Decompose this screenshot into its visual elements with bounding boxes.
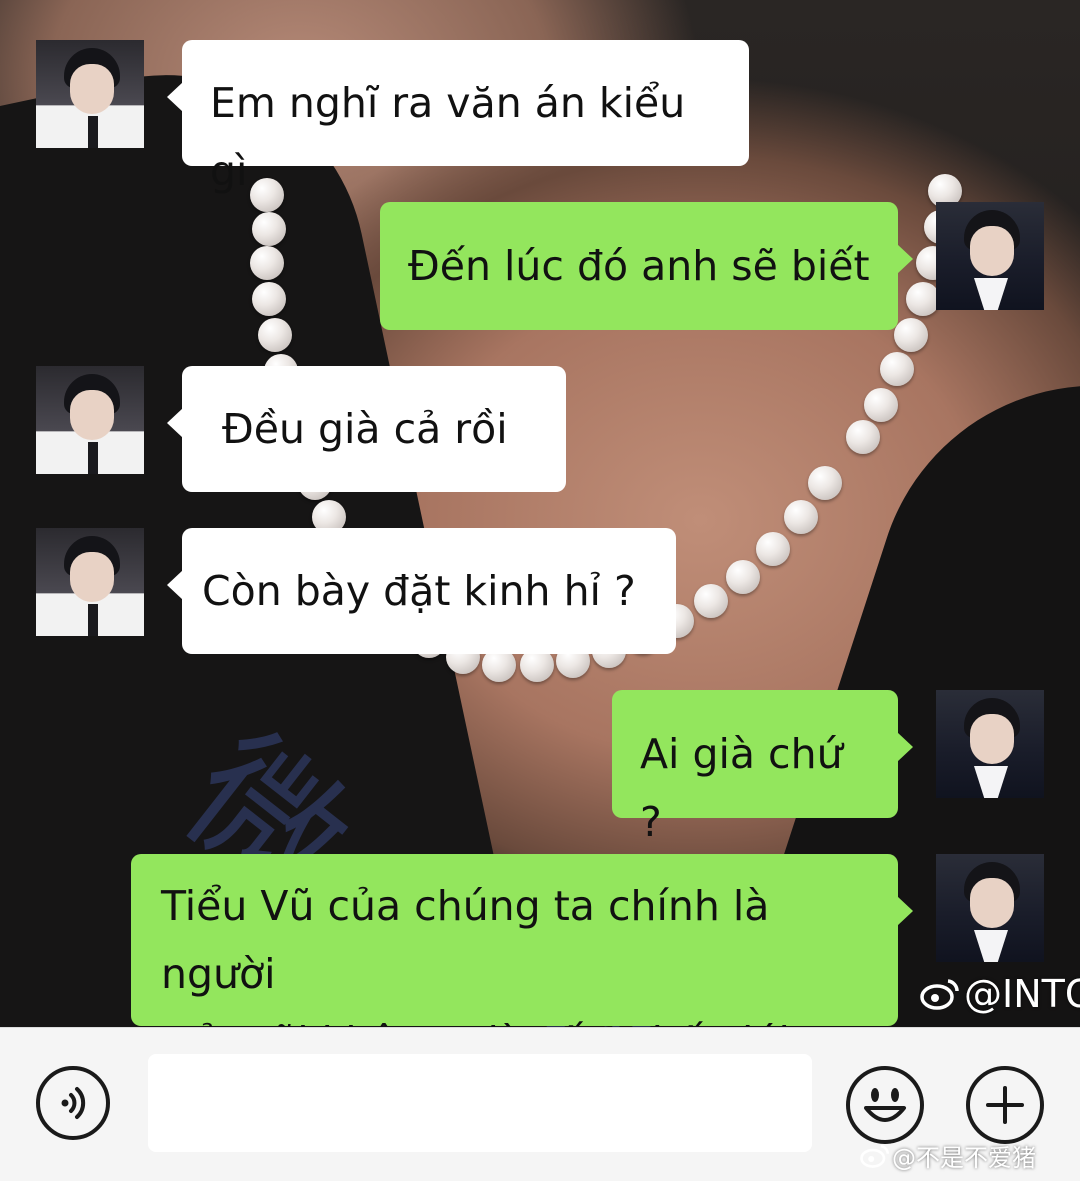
weibo-icon bbox=[860, 1144, 890, 1168]
message-bubble-received[interactable]: Còn bày đặt kinh hỉ ? bbox=[167, 528, 676, 654]
weibo-icon bbox=[920, 979, 959, 1010]
avatar[interactable] bbox=[36, 40, 144, 148]
plus-icon bbox=[986, 1086, 1024, 1124]
message-bubble-received[interactable]: Em nghĩ ra văn án kiểu gì bbox=[167, 40, 749, 195]
avatar[interactable] bbox=[936, 854, 1044, 962]
weibo-handle: @不是不爱猪 bbox=[892, 1144, 1036, 1172]
emoji-button[interactable] bbox=[846, 1066, 924, 1144]
chat-input-bar: @不是不爱猪 bbox=[0, 1027, 1080, 1181]
message-bubble-sent[interactable]: Ai già chứ ? bbox=[612, 690, 913, 846]
weibo-watermark-bottom: @不是不爱猪 bbox=[860, 1138, 1036, 1173]
weibo-handle: @INTO bbox=[964, 972, 1080, 1016]
message-input[interactable] bbox=[148, 1054, 812, 1152]
voice-icon bbox=[61, 1087, 86, 1119]
avatar[interactable] bbox=[936, 690, 1044, 798]
message-bubble-sent[interactable]: Đến lúc đó anh sẽ biết bbox=[380, 202, 913, 330]
voice-button[interactable] bbox=[36, 1066, 110, 1140]
message-line: Tiểu Vũ của chúng ta chính là người bbox=[161, 882, 770, 998]
plus-button[interactable] bbox=[966, 1066, 1044, 1144]
avatar[interactable] bbox=[36, 528, 144, 636]
message-bubble-received[interactable]: Đều già cả rồi bbox=[167, 366, 566, 492]
emoji-icon bbox=[864, 1088, 906, 1122]
avatar[interactable] bbox=[36, 366, 144, 474]
avatar[interactable] bbox=[936, 202, 1044, 310]
message-bubble-sent[interactable]: Tiểu Vũ của chúng ta chính là người trẻ … bbox=[131, 854, 913, 1066]
weibo-watermark-top: @INTO bbox=[920, 972, 1080, 1016]
